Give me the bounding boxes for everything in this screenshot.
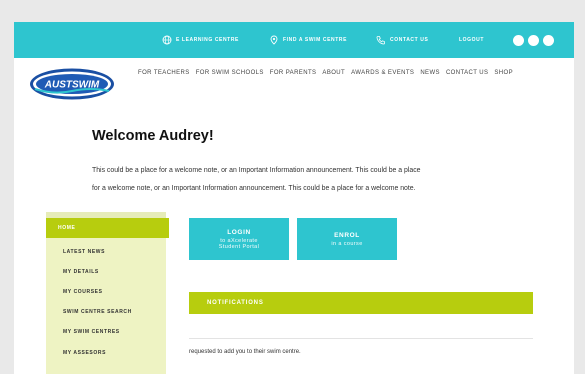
nav-item-contact-us[interactable]: CONTACT US bbox=[446, 70, 488, 76]
find-swim-link[interactable]: FIND A SWIM CENTRE bbox=[269, 22, 347, 58]
page-frame: E LEARNING CENTRE FIND A SWIM CENTRE CON… bbox=[14, 22, 574, 374]
sidebar-item-my-courses[interactable]: MY COURSES bbox=[63, 289, 103, 295]
welcome-line-1: This could be a place for a welcome note… bbox=[92, 167, 421, 174]
nav-item-for-swim-schools[interactable]: FOR SWIM SCHOOLS bbox=[196, 70, 264, 76]
nav-item-news[interactable]: NEWS bbox=[420, 70, 440, 76]
location-pin-icon bbox=[269, 35, 279, 45]
login-button-label: LOGIN bbox=[227, 228, 251, 236]
logout-link[interactable]: LOGOUT bbox=[459, 22, 484, 58]
main-nav: FOR TEACHERS FOR SWIM SCHOOLS FOR PARENT… bbox=[138, 70, 513, 76]
notifications-divider bbox=[189, 338, 533, 339]
austswim-logo[interactable]: AUSTSWIM bbox=[29, 67, 115, 101]
nav-item-for-parents[interactable]: FOR PARENTS bbox=[270, 70, 317, 76]
elearning-label: E LEARNING CENTRE bbox=[176, 37, 239, 43]
sidebar-item-my-assesors[interactable]: MY ASSESORS bbox=[63, 350, 106, 356]
social-instagram-icon[interactable] bbox=[543, 35, 554, 46]
find-swim-label: FIND A SWIM CENTRE bbox=[283, 37, 348, 43]
contact-link[interactable]: CONTACT US bbox=[376, 22, 428, 58]
welcome-text: This could be a place for a welcome note… bbox=[92, 162, 496, 198]
enrol-button-label: ENROL bbox=[334, 231, 360, 239]
social-facebook-icon[interactable] bbox=[513, 35, 524, 46]
notification-item[interactable]: requested to add you to their swim centr… bbox=[189, 349, 301, 355]
enrol-button-sub: in a course bbox=[331, 240, 363, 247]
welcome-title: Welcome Audrey! bbox=[92, 128, 214, 144]
sidebar-item-home[interactable]: HOME bbox=[46, 218, 169, 238]
nav-item-for-teachers[interactable]: FOR TEACHERS bbox=[138, 70, 190, 76]
login-button[interactable]: LOGIN to aXcelerate Student Portal bbox=[189, 218, 289, 260]
sidebar-item-latest-news[interactable]: LATEST NEWS bbox=[63, 249, 105, 255]
nav-item-about[interactable]: ABOUT bbox=[322, 70, 345, 76]
welcome-line-2: for a welcome note, or an Important Info… bbox=[92, 185, 416, 192]
sidebar-item-swim-centre-search[interactable]: SWIM CENTRE SEARCH bbox=[63, 309, 132, 315]
contact-label: CONTACT US bbox=[390, 37, 429, 43]
login-button-sub-2: Student Portal bbox=[218, 243, 260, 250]
nav-item-awards-events[interactable]: AWARDS & EVENTS bbox=[351, 70, 414, 76]
phone-icon bbox=[376, 35, 386, 45]
notifications-header: NOTIFICATIONS bbox=[189, 292, 533, 314]
globe-icon bbox=[162, 35, 172, 45]
nav-item-shop[interactable]: SHOP bbox=[494, 70, 513, 76]
sidebar-item-my-swim-centres[interactable]: MY SWIM CENTRES bbox=[63, 329, 120, 335]
sidebar-item-my-details[interactable]: MY DETAILS bbox=[63, 269, 99, 275]
enrol-button[interactable]: ENROL in a course bbox=[297, 218, 397, 260]
elearning-link[interactable]: E LEARNING CENTRE bbox=[162, 22, 239, 58]
logo-text: AUSTSWIM bbox=[44, 80, 100, 91]
social-twitter-icon[interactable] bbox=[528, 35, 539, 46]
top-bar: E LEARNING CENTRE FIND A SWIM CENTRE CON… bbox=[14, 22, 574, 58]
